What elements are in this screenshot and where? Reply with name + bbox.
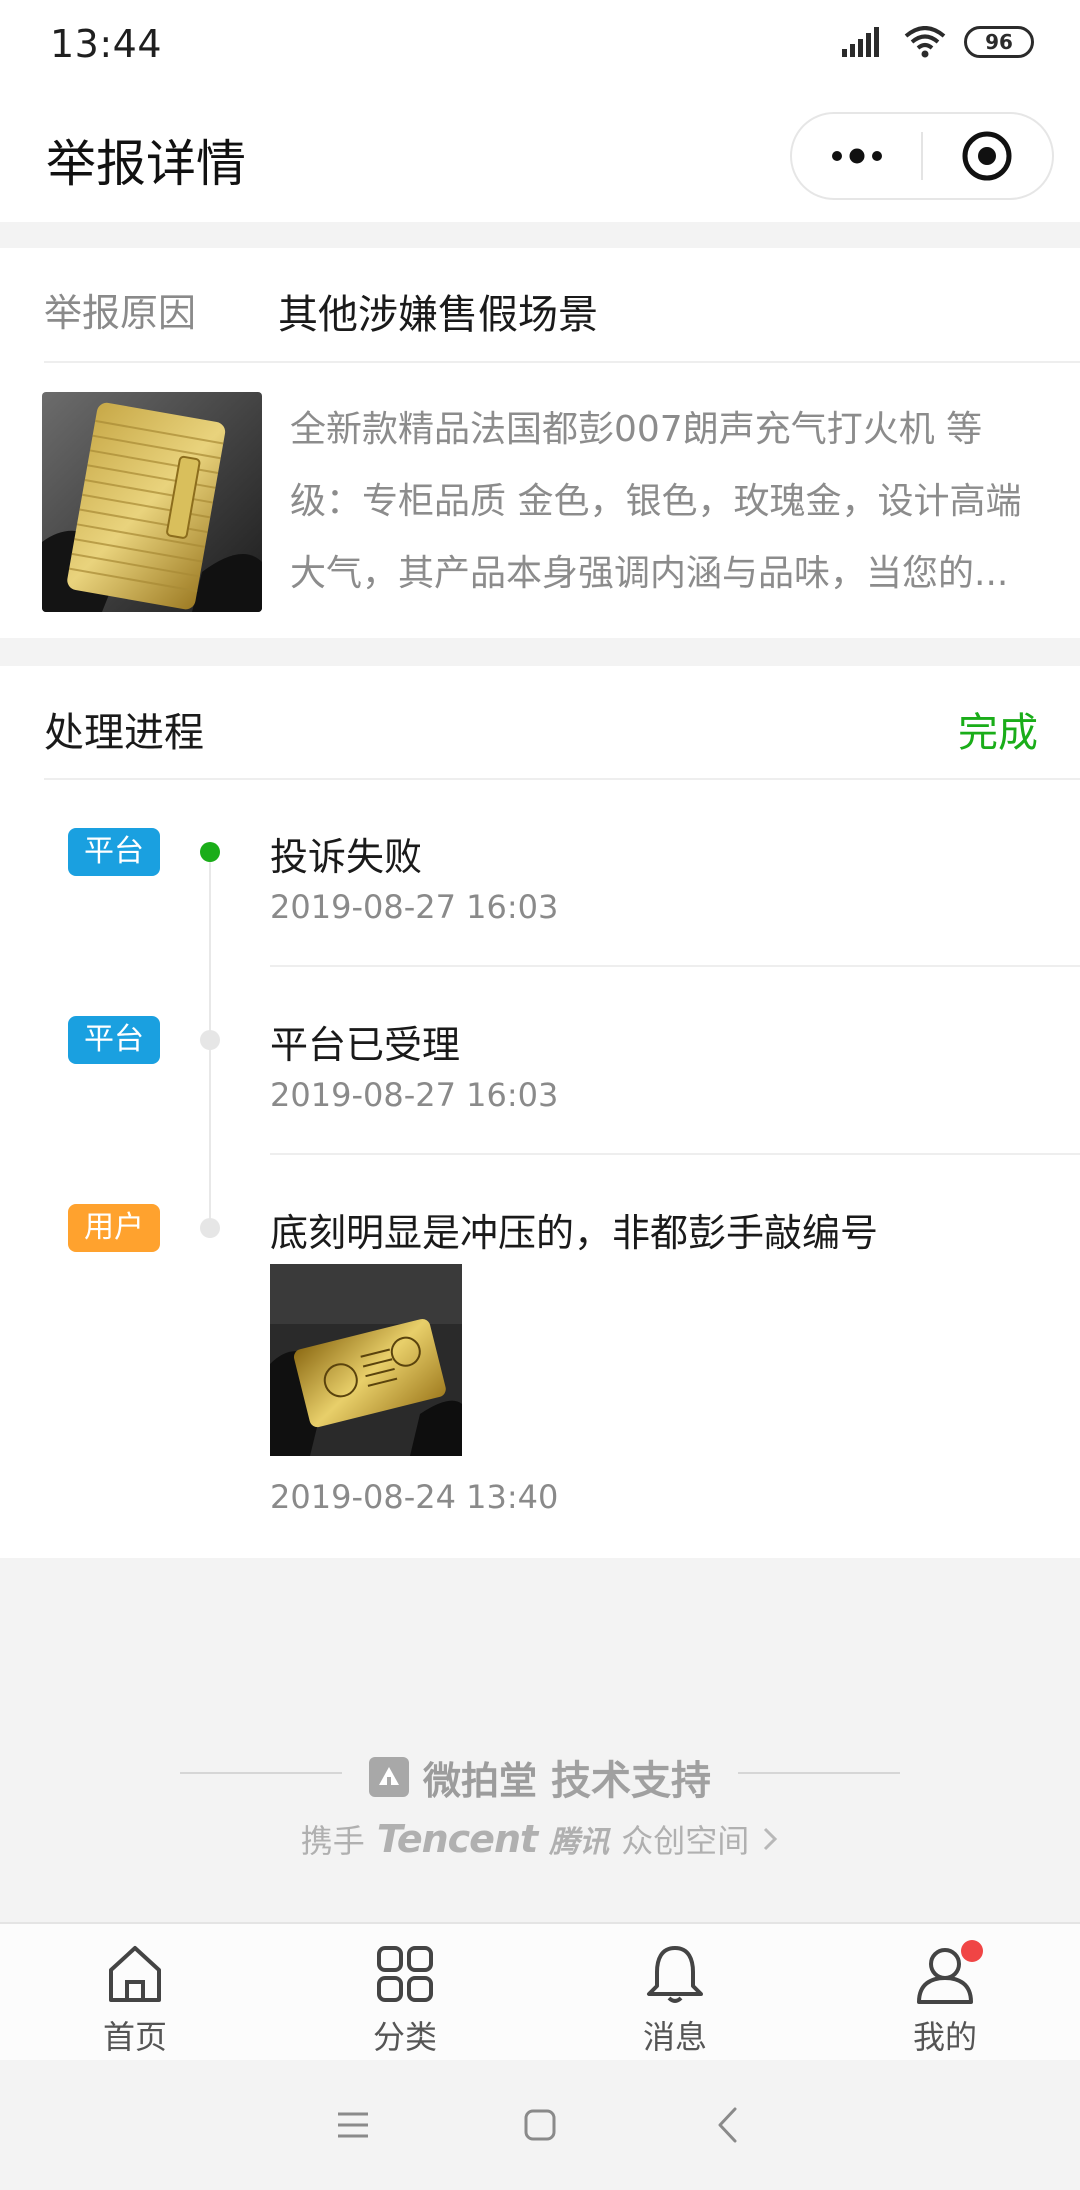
- progress-status: 完成: [958, 710, 1038, 756]
- system-navigation-bar: [0, 2060, 1080, 2190]
- timeline-title: 平台已受理: [270, 1023, 461, 1067]
- more-button[interactable]: [792, 114, 921, 198]
- support-sub-prefix: 携手: [300, 1822, 365, 1860]
- home-icon: [103, 1942, 167, 2006]
- battery-level: 96: [985, 30, 1013, 54]
- battery-icon: 96: [964, 26, 1034, 58]
- report-card: 举报原因 其他涉嫌售假场景 全新款精品法国都彭007朗声充气打火机 等级：专柜品…: [0, 248, 1080, 638]
- status-bar: 13:44 96: [0, 0, 1080, 96]
- category-icon: [373, 1942, 437, 2006]
- tencent-space-link[interactable]: 携手 Tencent 腾讯 众创空间: [0, 1816, 1080, 1862]
- close-miniprogram-icon: [962, 131, 1012, 181]
- nav-bar: 举报详情: [0, 96, 1080, 222]
- timeline-time: 2019-08-27 16:03: [270, 1076, 559, 1114]
- role-badge: 平台: [68, 828, 160, 876]
- page-title: 举报详情: [46, 135, 246, 193]
- timeline-divider: [270, 965, 1080, 967]
- evidence-image[interactable]: [270, 1264, 462, 1456]
- product-description[interactable]: 全新款精品法国都彭007朗声充气打火机 等级：专柜品质 金色，银色，玫瑰金，设计…: [290, 394, 1040, 610]
- progress-card: 处理进程 完成 平台 投诉失败 2019-08-27 16:03 平台 平台已受…: [0, 666, 1080, 1558]
- close-miniprogram-button[interactable]: [923, 114, 1052, 198]
- role-badge: 平台: [68, 1016, 160, 1064]
- progress-header: 处理进程 完成: [44, 666, 1080, 780]
- menu-icon: [338, 2112, 369, 2138]
- tab-label: 我的: [912, 2018, 977, 2056]
- timeline-divider: [270, 1153, 1080, 1155]
- tech-support-footer: 微拍堂 技术支持 携手 Tencent 腾讯 众创空间: [0, 1740, 1080, 1862]
- home-button[interactable]: [510, 2095, 570, 2155]
- status-time: 13:44: [50, 22, 163, 66]
- back-icon: [718, 2107, 737, 2143]
- profile-icon: [913, 1940, 983, 2006]
- timeline-time: 2019-08-27 16:03: [270, 888, 559, 926]
- tab-category[interactable]: 分类: [270, 1924, 540, 2060]
- support-main: 微拍堂 技术支持: [0, 1748, 1080, 1806]
- timeline-dot: [200, 1030, 220, 1050]
- role-badge: 用户: [68, 1204, 160, 1252]
- support-text: 技术支持: [551, 1758, 711, 1804]
- miniprogram-capsule: [790, 112, 1054, 200]
- home-square-icon: [524, 2109, 556, 2141]
- reason-row: 举报原因 其他涉嫌售假场景: [44, 248, 1080, 363]
- reason-value: 其他涉嫌售假场景: [278, 292, 598, 338]
- reason-label: 举报原因: [44, 291, 197, 335]
- support-sub-suffix: 众创空间: [621, 1822, 750, 1860]
- tab-label: 首页: [102, 2018, 167, 2056]
- tencent-logo-en: Tencent: [376, 1817, 538, 1861]
- timeline-time: 2019-08-24 13:40: [270, 1478, 559, 1516]
- product-image[interactable]: [42, 392, 262, 612]
- recent-apps-button[interactable]: [323, 2095, 383, 2155]
- support-brand: 微拍堂: [422, 1758, 537, 1803]
- tab-label: 消息: [642, 2018, 707, 2056]
- timeline-dot-active: [200, 842, 220, 862]
- progress-title: 处理进程: [44, 710, 204, 756]
- tab-label: 分类: [372, 2018, 437, 2056]
- tab-bar: 首页 分类 消息 我的: [0, 1922, 1080, 2060]
- weipaitang-logo-icon: [368, 1757, 409, 1797]
- notification-dot: [961, 1940, 983, 1962]
- timeline-title: 投诉失败: [270, 835, 423, 879]
- chevron-right-icon: [764, 1827, 778, 1851]
- tab-profile[interactable]: 我的: [810, 1924, 1080, 2060]
- tencent-logo-cn: 腾讯: [549, 1825, 610, 1860]
- tab-home[interactable]: 首页: [0, 1924, 270, 2060]
- bell-icon: [643, 1942, 707, 2006]
- more-icon: [831, 148, 882, 164]
- signal-icon: [842, 27, 879, 57]
- tab-messages[interactable]: 消息: [540, 1924, 810, 2060]
- timeline-title: 底刻明显是冲压的，非都彭手敲编号: [270, 1211, 879, 1255]
- back-button[interactable]: [697, 2095, 757, 2155]
- status-icons: 96: [842, 26, 1034, 58]
- timeline-dot: [200, 1218, 220, 1238]
- wifi-icon: [904, 26, 946, 58]
